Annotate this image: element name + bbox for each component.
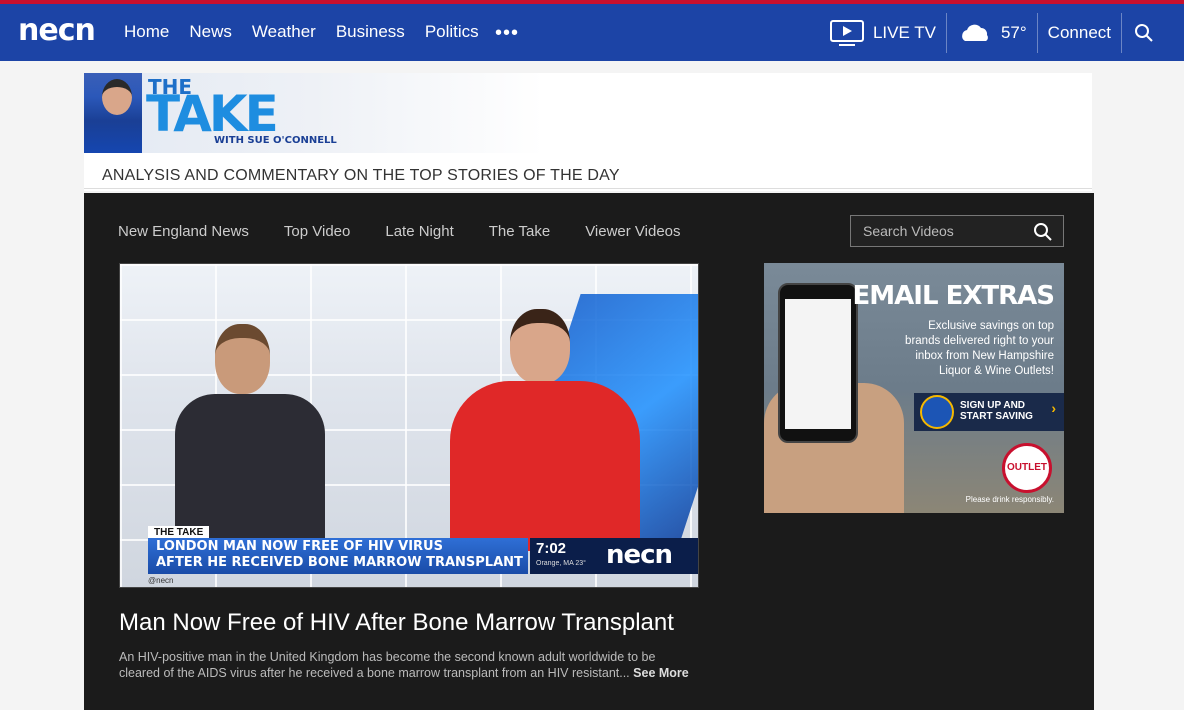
lower-third-clock: 7:02 Orange, MA 23° necn — [530, 538, 698, 574]
search-icon[interactable] — [1033, 222, 1053, 242]
phone-image — [778, 283, 858, 443]
divider — [84, 188, 1092, 189]
necn-logo[interactable]: necn — [18, 13, 96, 48]
connect-link[interactable]: Connect — [1036, 12, 1121, 53]
outlet-logo: OUTLET — [1002, 443, 1052, 493]
chevron-right-icon: › — [1051, 400, 1056, 416]
nav-news[interactable]: News — [189, 22, 232, 42]
nav-home[interactable]: Home — [124, 22, 169, 42]
nav-business[interactable]: Business — [336, 22, 405, 42]
video-search — [850, 215, 1064, 247]
page-tagline: ANALYSIS AND COMMENTARY ON THE TOP STORI… — [102, 167, 620, 184]
video-description: An HIV-positive man in the United Kingdo… — [119, 649, 689, 681]
description-text: An HIV-positive man in the United Kingdo… — [119, 650, 656, 680]
video-title[interactable]: Man Now Free of HIV After Bone Marrow Tr… — [119, 609, 674, 637]
search-button[interactable] — [1121, 12, 1184, 53]
tv-play-icon — [829, 19, 864, 46]
search-icon — [1135, 23, 1153, 42]
host-photo — [84, 73, 142, 153]
envelope-icon — [920, 395, 954, 429]
connect-label: Connect — [1047, 22, 1111, 42]
weather-button[interactable]: 57° — [945, 12, 1037, 53]
email-extras-ad[interactable]: EMAIL EXTRAS Exclusive savings on top br… — [764, 263, 1064, 513]
social-handle: @necn — [148, 576, 174, 585]
guest-figure — [175, 324, 325, 554]
the-take-banner-image: THE TAKE WITH SUE O'CONNELL — [84, 73, 544, 153]
video-panel: New England News Top Video Late Night Th… — [84, 193, 1094, 710]
sign-up-label: SIGN UP AND START SAVING — [960, 400, 1033, 422]
headline-line-1: LONDON MAN NOW FREE OF HIV VIRUS — [156, 539, 443, 554]
more-menu-icon[interactable]: ••• — [495, 23, 519, 43]
right-nav: LIVE TV 57° Connect — [819, 4, 1184, 61]
ad-disclaimer: Please drink responsibly. — [965, 495, 1054, 504]
lower-third: THE TAKE LONDON MAN NOW FREE OF HIV VIRU… — [148, 526, 698, 585]
ad-title: EMAIL EXTRAS — [852, 281, 1055, 311]
the-take-banner: THE TAKE WITH SUE O'CONNELL ANALYSIS AND… — [84, 73, 1092, 191]
temperature: 57° — [1000, 22, 1027, 42]
video-player[interactable]: THE TAKE LONDON MAN NOW FREE OF HIV VIRU… — [119, 263, 699, 588]
live-tv-button[interactable]: LIVE TV — [819, 13, 946, 53]
video-frame: THE TAKE LONDON MAN NOW FREE OF HIV VIRU… — [120, 264, 698, 587]
headline-line-2: AFTER HE RECEIVED BONE MARROW TRANSPLANT — [156, 555, 523, 570]
top-navbar: necn Home News Weather Business Politics… — [0, 0, 1184, 61]
necn-bug-logo: necn — [606, 540, 673, 570]
tab-top-video[interactable]: Top Video — [284, 223, 350, 240]
main-nav: Home News Weather Business Politics — [124, 22, 479, 42]
tab-new-england-news[interactable]: New England News — [118, 223, 249, 240]
nav-weather[interactable]: Weather — [252, 22, 316, 42]
see-more-link[interactable]: See More — [633, 666, 689, 680]
ad-text: Exclusive savings on top brands delivere… — [905, 320, 1054, 377]
lower-third-headline: LONDON MAN NOW FREE OF HIV VIRUS AFTER H… — [148, 538, 528, 574]
clock-time: 7:02 — [536, 540, 567, 557]
clock-location: Orange, MA 23° — [536, 560, 586, 567]
cloud-icon — [962, 24, 988, 41]
logo-host: WITH SUE O'CONNELL — [214, 135, 337, 146]
nav-politics[interactable]: Politics — [425, 22, 479, 42]
video-search-input[interactable] — [851, 216, 1021, 246]
tab-late-night[interactable]: Late Night — [385, 223, 453, 240]
video-category-nav: New England News Top Video Late Night Th… — [118, 223, 681, 240]
tab-the-take[interactable]: The Take — [489, 223, 550, 240]
live-tv-label: LIVE TV — [872, 22, 936, 42]
sign-up-button[interactable]: SIGN UP AND START SAVING › — [914, 393, 1064, 431]
host-figure — [450, 309, 650, 551]
tab-viewer-videos[interactable]: Viewer Videos — [585, 223, 680, 240]
